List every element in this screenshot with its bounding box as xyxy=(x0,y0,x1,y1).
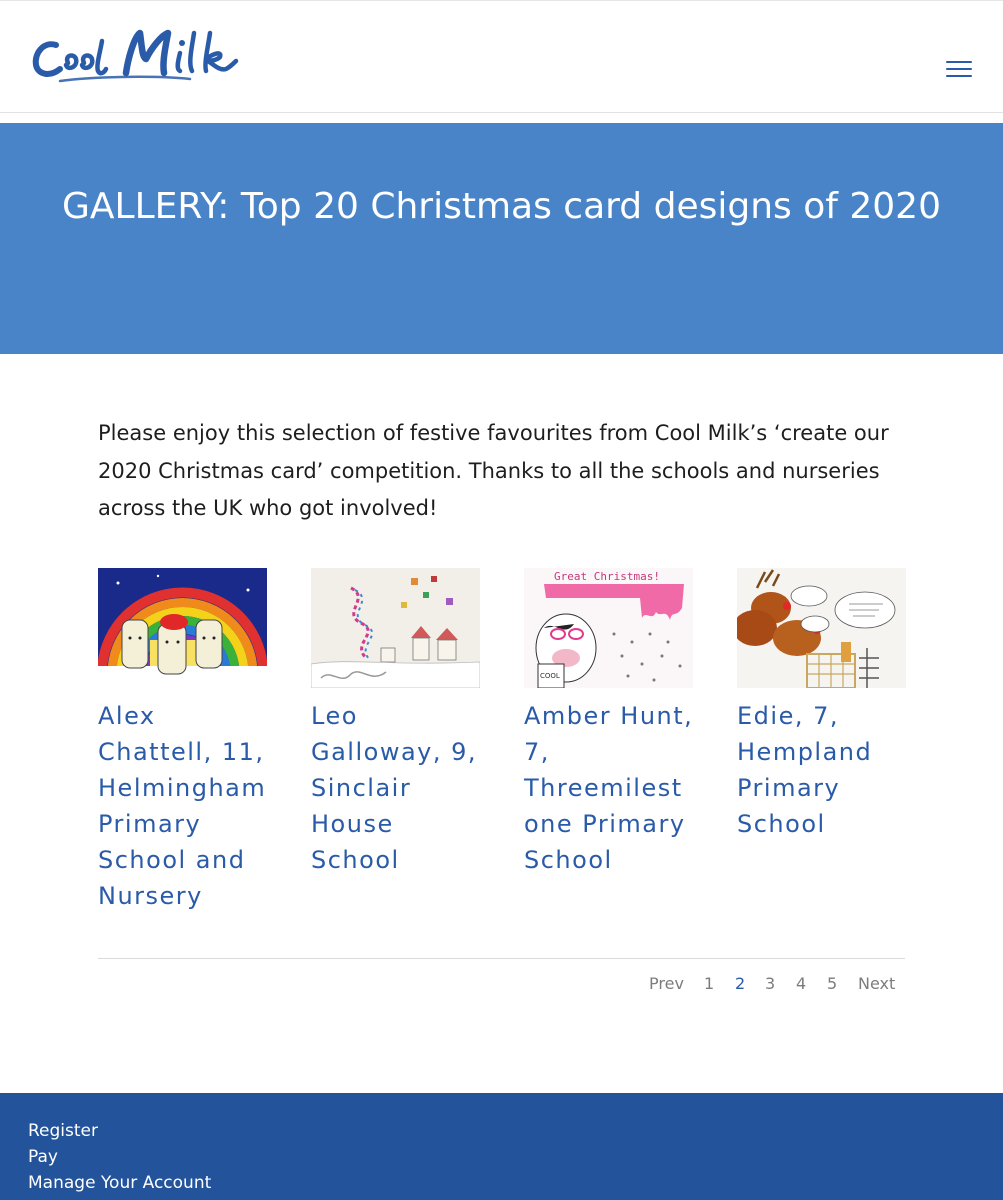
card-thumbnail-cow[interactable]: Great Christmas! COOL xyxy=(524,568,693,688)
card-caption-link[interactable]: Edie, 7, Hempland Primary School xyxy=(737,698,907,842)
pagination-divider xyxy=(98,958,905,959)
page-title: GALLERY: Top 20 Christmas card designs o… xyxy=(62,186,941,227)
svg-text:Great Christmas!: Great Christmas! xyxy=(554,570,660,583)
footer-link-pay[interactable]: Pay xyxy=(28,1146,58,1168)
card-thumbnail-reindeer[interactable] xyxy=(737,568,906,688)
gallery-card: Edie, 7, Hempland Primary School xyxy=(737,568,907,842)
footer-link-register[interactable]: Register xyxy=(28,1120,98,1142)
footer-link-manage-account[interactable]: Manage Your Account xyxy=(28,1172,211,1194)
gallery-card: Great Christmas! COOL Amber Hunt, 7, Thr… xyxy=(524,568,694,878)
pagination-prev-link[interactable]: Prev xyxy=(649,972,684,996)
pagination-page-5[interactable]: 5 xyxy=(827,972,837,996)
gallery-card: Leo Galloway, 9, Sinclair House School xyxy=(311,568,481,878)
logo-wordmark-icon xyxy=(32,29,239,83)
cool-milk-logo[interactable] xyxy=(30,23,245,93)
rainbow-drawing-icon xyxy=(98,568,267,688)
pagination-next-link[interactable]: Next xyxy=(858,972,895,996)
card-caption-link[interactable]: Amber Hunt, 7, Threemilest one Primary S… xyxy=(524,698,694,878)
hero-banner: GALLERY: Top 20 Christmas card designs o… xyxy=(0,123,1003,354)
site-header xyxy=(0,0,1003,113)
card-caption-link[interactable]: Leo Galloway, 9, Sinclair House School xyxy=(311,698,481,878)
card-thumbnail-rainbow[interactable] xyxy=(98,568,267,688)
intro-paragraph: Please enjoy this selection of festive f… xyxy=(98,421,889,520)
site-footer: Register Pay Manage Your Account xyxy=(0,1093,1003,1200)
gallery-card: Alex Chattell, 11, Helmingham Primary Sc… xyxy=(98,568,268,914)
reindeer-drawing-icon xyxy=(737,568,906,688)
pagination-page-1[interactable]: 1 xyxy=(704,972,714,996)
cow-drawing-icon: Great Christmas! COOL xyxy=(524,568,693,688)
pagination-page-4[interactable]: 4 xyxy=(796,972,806,996)
card-thumbnail-snowy-houses[interactable] xyxy=(311,568,480,688)
hamburger-menu-icon[interactable] xyxy=(946,61,972,83)
svg-text:COOL: COOL xyxy=(540,672,560,680)
snowy-houses-drawing-icon xyxy=(311,568,480,688)
pagination-page-3[interactable]: 3 xyxy=(765,972,775,996)
pagination-page-2-current[interactable]: 2 xyxy=(735,972,745,996)
card-caption-link[interactable]: Alex Chattell, 11, Helmingham Primary Sc… xyxy=(98,698,268,914)
